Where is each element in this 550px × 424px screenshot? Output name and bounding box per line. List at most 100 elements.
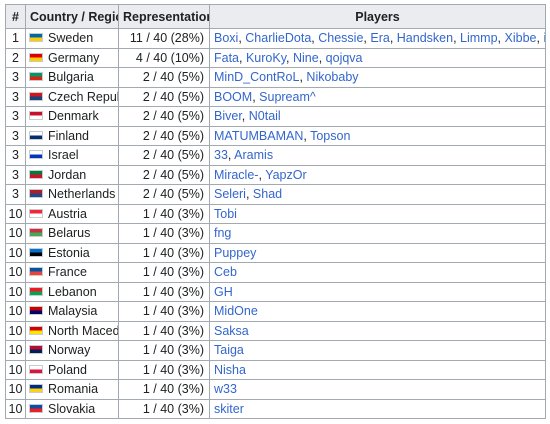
player-link[interactable]: MATUMBAMAN xyxy=(214,129,303,143)
rank-cell: 10 xyxy=(5,203,26,224)
player-link[interactable]: Topson xyxy=(310,129,350,143)
table-row: 3 Czech Republic2 / 40 (5%)BOOM, Supream^ xyxy=(5,86,546,107)
player-link[interactable]: Shad xyxy=(253,187,282,201)
representation-cell: 1 / 40 (3%) xyxy=(118,359,210,380)
country-name[interactable]: North Macedonia xyxy=(48,324,118,338)
player-link[interactable]: Nikobaby xyxy=(306,70,358,84)
player-link[interactable]: Taiga xyxy=(214,343,244,357)
table-row: 3 Denmark 2 / 40 (5%) Biver, N0tail xyxy=(5,106,546,127)
table-container: # Country / Region▲︎ Representation▲︎ Pl… xyxy=(5,4,546,419)
country-name[interactable]: France xyxy=(48,265,87,279)
player-link[interactable]: Chessie xyxy=(318,31,363,45)
separator: , xyxy=(245,187,253,202)
rank-column-header: # xyxy=(5,4,26,29)
rank-cell: 10 xyxy=(5,340,26,361)
players-column-header: Players xyxy=(209,4,546,29)
israel-flag-icon xyxy=(29,150,43,160)
country-name[interactable]: Israel xyxy=(48,148,79,162)
players-cell: Taiga xyxy=(209,340,546,361)
country-name[interactable]: Estonia xyxy=(48,246,90,260)
player-link[interactable]: qojqva xyxy=(326,51,363,65)
player-link[interactable]: Miracle- xyxy=(214,168,258,182)
player-link[interactable]: N0tail xyxy=(249,109,281,123)
player-link[interactable]: Aramis xyxy=(234,148,273,162)
player-link[interactable]: 33 xyxy=(214,148,228,162)
country-cell: Poland xyxy=(25,359,119,380)
rank-cell: 3 xyxy=(5,67,26,88)
player-link[interactable]: Saksa xyxy=(214,324,249,338)
player-link[interactable]: Boxi xyxy=(214,31,238,45)
country-name[interactable]: Finland xyxy=(48,129,89,143)
player-link[interactable]: YapzOr xyxy=(265,168,306,182)
player-link[interactable]: w33 xyxy=(214,382,237,396)
player-link[interactable]: Supream^ xyxy=(259,90,316,104)
country-name[interactable]: Austria xyxy=(48,207,87,221)
player-link[interactable]: Tobi xyxy=(214,207,237,221)
players-cell: skiter xyxy=(209,398,546,419)
player-link[interactable]: Handsken xyxy=(397,31,453,45)
lebanon-flag-icon xyxy=(29,286,43,296)
rank-cell: 3 xyxy=(5,106,26,127)
player-link[interactable]: Fata xyxy=(214,51,239,65)
player-link[interactable]: Ceb xyxy=(214,265,237,279)
representation-cell: 1 / 40 (3%) xyxy=(118,203,210,224)
player-link[interactable]: iNSaNiA xyxy=(543,31,544,45)
country-cell: France xyxy=(25,262,119,283)
player-link[interactable]: CharlieDota xyxy=(245,31,311,45)
country-name[interactable]: Norway xyxy=(48,343,90,357)
player-link[interactable]: Nisha xyxy=(214,363,246,377)
player-link[interactable]: Biver xyxy=(214,109,242,123)
table-row: 10 Malaysia 1 / 40 (3%) MidOne xyxy=(5,301,546,322)
bulgaria-flag-icon xyxy=(29,72,43,82)
country-name[interactable]: Bulgaria xyxy=(48,70,94,84)
country-cell: Czech Republic xyxy=(25,86,119,107)
representation-column-header[interactable]: Representation▲︎ xyxy=(118,4,210,29)
player-link[interactable]: Era xyxy=(370,31,389,45)
player-link[interactable]: Nine xyxy=(293,51,319,65)
country-column-header[interactable]: Country / Region▲︎ xyxy=(25,4,119,29)
players-cell: fng xyxy=(209,223,546,244)
player-link[interactable]: GH xyxy=(214,285,233,299)
country-cell: Germany xyxy=(25,47,119,68)
player-link[interactable]: fng xyxy=(214,226,231,240)
country-name[interactable]: Sweden xyxy=(48,31,93,45)
player-link[interactable]: skiter xyxy=(214,402,244,416)
representation-header-label: Representation xyxy=(123,9,210,24)
player-link[interactable]: MidOne xyxy=(214,304,258,318)
germany-flag-icon xyxy=(29,52,43,62)
rank-cell: 10 xyxy=(5,320,26,341)
table-row: 10 North Macedonia1 / 40 (3%) Saksa xyxy=(5,320,546,341)
rank-cell: 10 xyxy=(5,398,26,419)
players-cell: Miracle-, YapzOr xyxy=(209,164,546,185)
country-name[interactable]: Poland xyxy=(48,363,87,377)
representation-cell: 1 / 40 (3%) xyxy=(118,379,210,400)
north-macedonia-flag-icon xyxy=(29,325,43,335)
country-name[interactable]: Lebanon xyxy=(48,285,97,299)
rank-cell: 1 xyxy=(5,28,26,49)
country-name[interactable]: Slovakia xyxy=(48,402,95,416)
table-row: 10 Romania 1 / 40 (3%) w33 xyxy=(5,379,546,400)
players-cell: Nisha xyxy=(209,359,546,380)
country-cell: Denmark xyxy=(25,106,119,127)
player-link[interactable]: KuroKy xyxy=(246,51,286,65)
country-name[interactable]: Netherlands xyxy=(48,187,115,201)
country-name[interactable]: Germany xyxy=(48,51,99,65)
player-link[interactable]: Puppey xyxy=(214,246,256,260)
player-link[interactable]: BOOM xyxy=(214,90,252,104)
france-flag-icon xyxy=(29,267,43,277)
player-link[interactable]: Seleri xyxy=(214,187,246,201)
country-name[interactable]: Romania xyxy=(48,382,98,396)
country-name[interactable]: Malaysia xyxy=(48,304,97,318)
country-name[interactable]: Belarus xyxy=(48,226,90,240)
player-link[interactable]: Limmp xyxy=(460,31,498,45)
slovakia-flag-icon xyxy=(29,403,43,413)
player-link[interactable]: Xibbe xyxy=(505,31,537,45)
country-cell: Slovakia xyxy=(25,398,119,419)
representation-cell: 2 / 40 (5%) xyxy=(118,125,210,146)
table-row: 3 Israel 2 / 40 (5%) 33, Aramis xyxy=(5,145,546,166)
separator: , xyxy=(318,50,326,65)
player-link[interactable]: MinD_ContRoL xyxy=(214,70,299,84)
country-name[interactable]: Denmark xyxy=(48,109,99,123)
country-name[interactable]: Jordan xyxy=(48,168,86,182)
country-name[interactable]: Czech Republic xyxy=(48,90,118,104)
